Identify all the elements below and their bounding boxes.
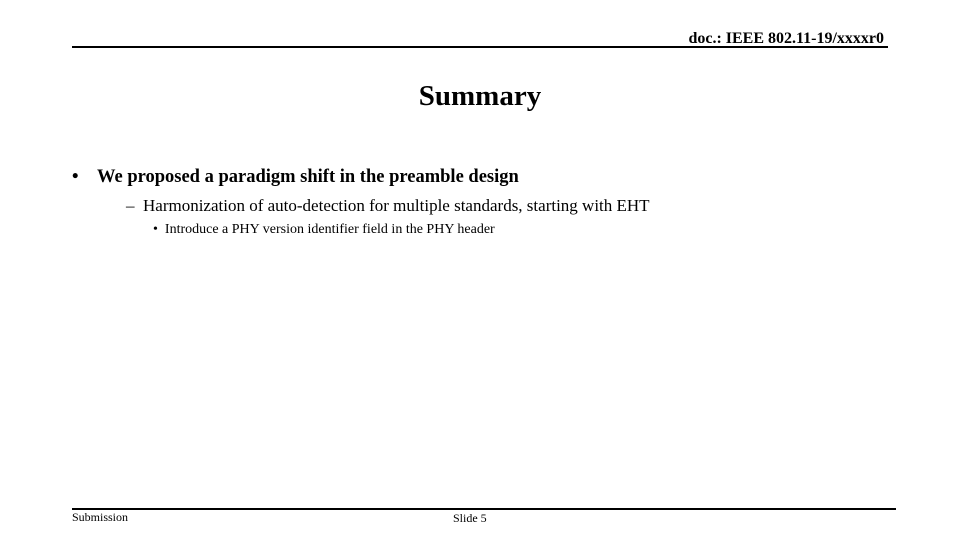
bullet-marker: • xyxy=(153,222,158,237)
bullet-marker: • xyxy=(72,167,79,187)
slide-title: Summary xyxy=(418,80,542,112)
footer-submission: Submission xyxy=(72,510,129,524)
bullet-marker: – xyxy=(126,196,135,215)
bullet-level-1: • We proposed a paradigm shift in the pre… xyxy=(72,167,519,188)
bullet-level-2: – Harmonization of auto-detection for mu… xyxy=(126,196,650,216)
bullet-level-3: • Introduce a PHY version identifier fie… xyxy=(153,222,495,238)
slide-number: Slide 5 xyxy=(453,511,487,525)
bullet-text: We proposed a paradigm shift in the prea… xyxy=(97,167,519,187)
footer-divider xyxy=(72,508,896,510)
bullet-text: Harmonization of auto-detection for mult… xyxy=(143,196,650,215)
bullet-text: Introduce a PHY version identifier field… xyxy=(164,222,495,237)
header-divider xyxy=(72,46,888,48)
